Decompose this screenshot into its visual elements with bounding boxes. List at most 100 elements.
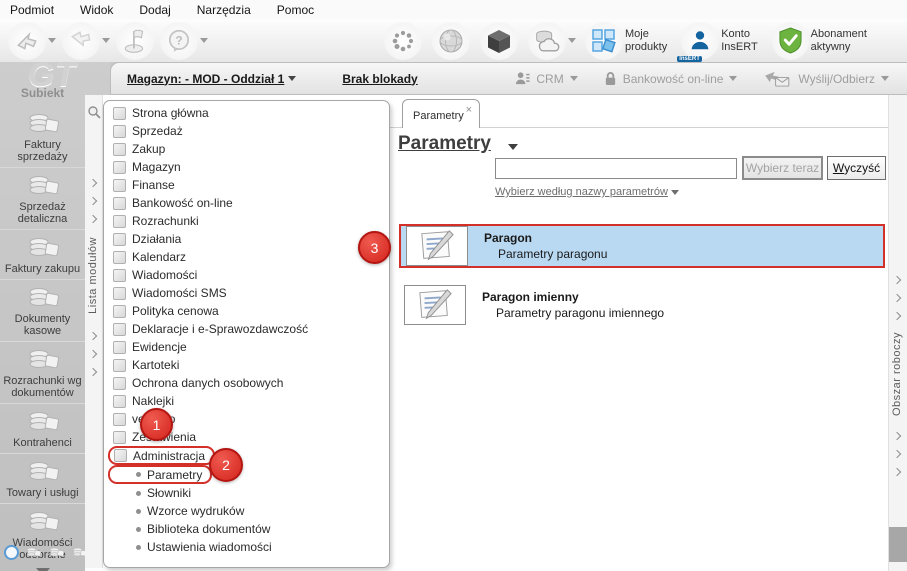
abonament-button[interactable]: Abonament aktywny	[771, 21, 907, 60]
tree-item[interactable]: Naklejki	[104, 392, 174, 410]
caret-down-icon[interactable]	[200, 38, 208, 43]
dock-module-icon[interactable]	[25, 545, 42, 560]
sidebar-module[interactable]: Towary i usługi	[0, 453, 85, 503]
workspace-strip-label[interactable]: Obszar roboczy	[891, 332, 903, 416]
tree-item-label: Wiadomości	[132, 268, 198, 282]
filter-by-name-link[interactable]: Wybierz według nazwy parametrów	[495, 186, 679, 198]
sidebar-module[interactable]: Faktury sprzedaży	[0, 106, 85, 167]
parameter-list-item[interactable]: Paragon Parametry paragonu	[399, 224, 885, 268]
home-icon	[113, 106, 126, 120]
tree-item[interactable]: Bankowość on-line	[104, 194, 233, 212]
tree-item[interactable]: Strona główna	[104, 104, 209, 122]
tree-item[interactable]: Działania	[104, 230, 181, 248]
cube-icon[interactable]	[480, 21, 518, 60]
products-grid-icon	[585, 21, 623, 60]
tree-item[interactable]: Deklaracje i e-Sprawozdawczość	[104, 320, 308, 338]
wyczysc-button[interactable]: Wyczyść	[827, 156, 886, 180]
sales-icon	[113, 124, 126, 138]
chevron-right-icons	[892, 431, 902, 477]
card-files-icon	[113, 358, 126, 372]
tree-item[interactable]: Parametry	[108, 465, 213, 484]
forward-arrow-button[interactable]	[62, 21, 110, 60]
database-cloud-button[interactable]	[528, 21, 576, 60]
module-strip-label[interactable]: Lista modułów	[87, 237, 99, 314]
tree-item[interactable]: Finanse	[104, 176, 175, 194]
forward-arrow-icon	[62, 21, 100, 60]
search-input[interactable]	[495, 158, 737, 179]
tab-strip: Parametry ×	[390, 95, 888, 128]
konto-insert-button[interactable]: InsERT Konto InsERT	[677, 21, 758, 62]
bankowosc-dropdown[interactable]: Bankowość on-line	[604, 71, 738, 86]
parameter-list-item[interactable]: Paragon imienny Parametry paragonu imien…	[399, 283, 885, 327]
abonament-label: Abonament aktywny	[810, 27, 867, 53]
tree-item[interactable]: Wzorce wydruków	[104, 502, 244, 520]
wyslij-odbierz-dropdown[interactable]: Wyślij/Odbierz	[763, 70, 889, 87]
globe-icon[interactable]	[432, 21, 470, 60]
module-quick-dock	[4, 545, 88, 560]
flag-button[interactable]	[116, 21, 154, 60]
search-icon[interactable]	[87, 105, 101, 119]
caret-down-icon	[670, 190, 679, 195]
tree-item[interactable]: Rozrachunki	[104, 212, 199, 230]
module-list-strip[interactable]: Lista modułów	[85, 95, 103, 568]
moje-produkty-button[interactable]: Moje produkty	[585, 21, 667, 60]
tree-item[interactable]: Ochrona danych osobowych	[104, 374, 283, 392]
subiekt-gt-window: Podmiot Widok Dodaj Narzędzia Pomoc Moje…	[0, 0, 907, 571]
menu-item[interactable]: Widok	[80, 3, 113, 17]
help-button[interactable]	[160, 21, 208, 60]
tree-item[interactable]: Magazyn	[104, 158, 181, 176]
caret-down-icon[interactable]	[288, 76, 297, 81]
sidebar-module[interactable]: Faktury zakupu	[0, 229, 85, 279]
sidebar-module[interactable]: Dokumenty kasowe	[0, 279, 85, 341]
menu-item[interactable]: Pomoc	[277, 3, 314, 17]
tab-parametry[interactable]: Parametry ×	[402, 99, 480, 128]
back-arrow-button[interactable]	[8, 21, 56, 60]
vendero-icon	[113, 412, 126, 426]
tree-item[interactable]: Ustawienia wiadomości	[104, 538, 272, 556]
dotted-ring-icon[interactable]	[384, 21, 422, 60]
page-title[interactable]: Parametry	[398, 133, 491, 155]
tree-item[interactable]: Biblioteka dokumentów	[104, 520, 270, 538]
caret-down-icon[interactable]	[48, 38, 56, 43]
crm-person-icon	[515, 71, 530, 86]
konto-insert-label: Konto InsERT	[721, 27, 758, 53]
caret-down-icon[interactable]	[568, 38, 576, 43]
tree-item[interactable]: Ewidencje	[104, 338, 187, 356]
sidebar-module[interactable]: Kontrahenci	[0, 403, 85, 453]
sidebar-module[interactable]: Rozrachunki wg dokumentów	[0, 341, 85, 403]
workspace-strip[interactable]: Obszar roboczy	[888, 95, 907, 571]
tree-item[interactable]: Kalendarz	[104, 248, 186, 266]
dock-selected-icon[interactable]	[4, 545, 19, 560]
close-icon[interactable]: ×	[466, 104, 472, 116]
caret-down-icon	[569, 76, 578, 81]
annotation-circle: 1	[140, 408, 173, 441]
menu-item[interactable]: Dodaj	[139, 3, 170, 17]
data-protection-icon	[113, 376, 126, 390]
parameter-subtitle: Parametry paragonu	[498, 247, 608, 261]
tree-item-label: Administracja	[133, 448, 206, 463]
parameter-icon-box	[404, 285, 466, 325]
parameter-icon-box	[406, 226, 468, 266]
tree-item[interactable]: Polityka cenowa	[104, 302, 219, 320]
caret-down-icon[interactable]	[102, 38, 110, 43]
menu-item[interactable]: Podmiot	[10, 3, 54, 17]
tree-item[interactable]: Słowniki	[104, 484, 191, 502]
tree-item[interactable]: Wiadomości	[104, 266, 197, 284]
magazyn-selector[interactable]: Magazyn: - MOD - Oddział 1	[127, 72, 284, 86]
crm-dropdown[interactable]: CRM	[515, 71, 578, 86]
caret-down-icon[interactable]	[508, 144, 518, 150]
menu-item[interactable]: Narzędzia	[197, 3, 251, 17]
tree-item[interactable]: Administracja	[108, 446, 216, 465]
sidebar-module[interactable]: Sprzedaż detaliczna	[0, 167, 85, 229]
tree-item-label: Rozrachunki	[132, 214, 199, 228]
tree-item[interactable]: Wiadomości SMS	[104, 284, 227, 302]
tree-item[interactable]: Kartoteki	[104, 356, 179, 374]
actions-icon	[113, 232, 126, 246]
wybierz-teraz-button[interactable]: Wybierz teraz	[742, 156, 823, 180]
tree-item[interactable]: Zakup	[104, 140, 165, 158]
strip-gray-block	[889, 527, 907, 562]
tree-item-label: Ochrona danych osobowych	[132, 376, 284, 390]
tree-item[interactable]: Sprzedaż	[104, 122, 183, 140]
brak-blokady-link[interactable]: Brak blokady	[342, 72, 417, 86]
dock-module-icon[interactable]	[48, 545, 65, 560]
